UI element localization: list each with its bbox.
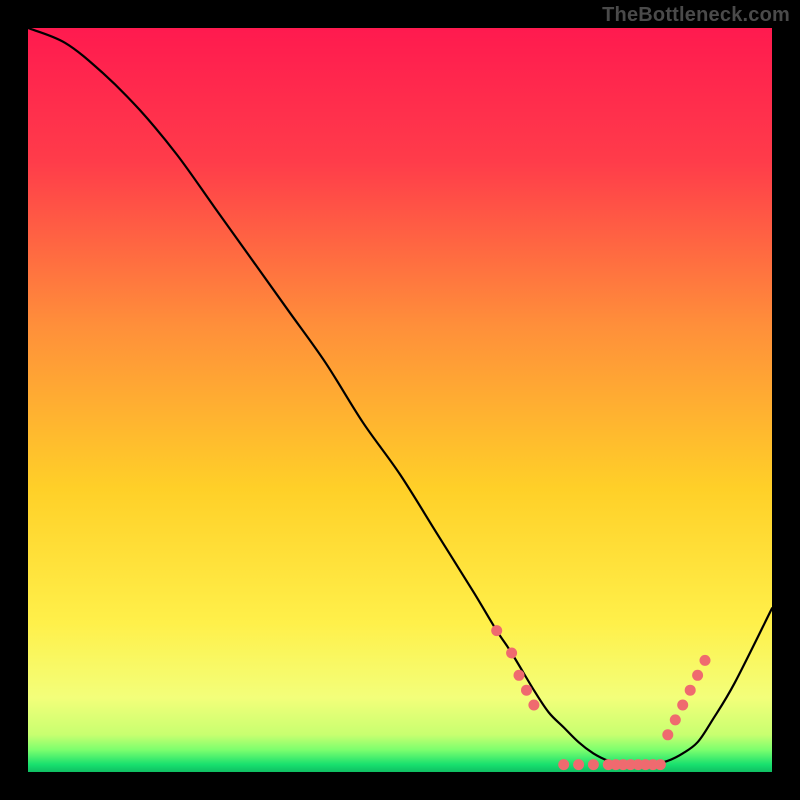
- data-marker: [670, 714, 681, 725]
- data-marker: [685, 685, 696, 696]
- data-marker: [677, 700, 688, 711]
- attribution-text: TheBottleneck.com: [602, 4, 790, 27]
- data-marker: [514, 670, 525, 681]
- data-marker: [588, 759, 599, 770]
- bottleneck-chart: [28, 28, 772, 772]
- data-marker: [655, 759, 666, 770]
- data-marker: [506, 648, 517, 659]
- data-marker: [491, 625, 502, 636]
- gradient-background: [28, 28, 772, 772]
- data-marker: [662, 729, 673, 740]
- data-marker: [692, 670, 703, 681]
- data-marker: [521, 685, 532, 696]
- data-marker: [528, 700, 539, 711]
- data-marker: [558, 759, 569, 770]
- data-marker: [573, 759, 584, 770]
- chart-svg: [28, 28, 772, 772]
- data-marker: [700, 655, 711, 666]
